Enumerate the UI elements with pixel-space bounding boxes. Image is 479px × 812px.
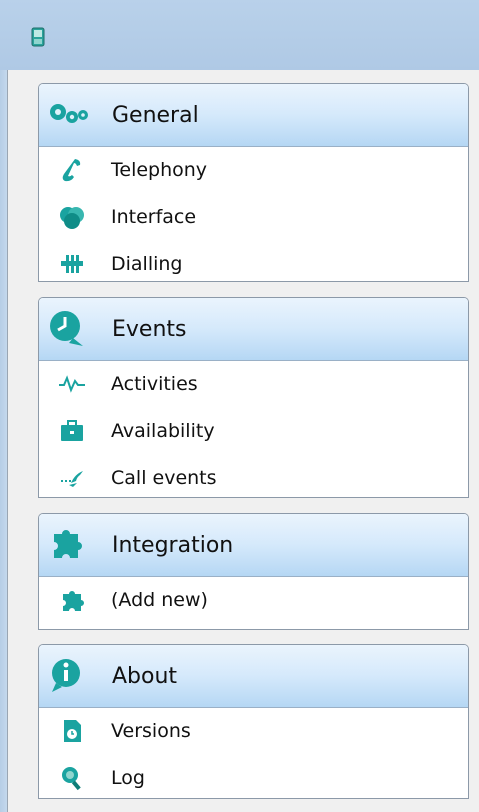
keypad-icon [61, 255, 83, 273]
magnifier-icon [62, 767, 81, 791]
nav-item-versions[interactable]: Versions [39, 708, 468, 755]
nav-item-call-events[interactable]: Call events [39, 455, 468, 502]
call-arrow-icon [61, 471, 83, 487]
briefcase-icon [61, 420, 83, 441]
nav-item-log[interactable]: Log [39, 755, 468, 802]
group-about-header[interactable]: About [39, 645, 468, 708]
puzzle-icon [54, 530, 82, 558]
nav-item-availability-label: Availability [111, 420, 215, 442]
gears-icon [50, 104, 88, 123]
group-integration-header[interactable]: Integration [39, 514, 468, 577]
group-general: General Telephony Interface Dialling [38, 83, 469, 282]
info-bubble-icon [52, 659, 80, 692]
group-about-title: About [112, 664, 178, 689]
group-integration: Integration (Add new) [38, 513, 469, 630]
puzzle-add-icon [63, 591, 84, 611]
nav-item-activities-label: Activities [111, 373, 198, 395]
nav-item-dialling-label: Dialling [111, 253, 183, 275]
nav-item-dialling[interactable]: Dialling [39, 241, 468, 288]
phone-app-icon[interactable] [31, 27, 45, 47]
group-integration-title: Integration [112, 533, 234, 558]
group-events: Events Activities Availability Call even… [38, 297, 469, 498]
group-general-header[interactable]: General [39, 84, 468, 147]
document-clock-icon [64, 720, 81, 742]
nav-item-availability[interactable]: Availability [39, 408, 468, 455]
nav-item-activities[interactable]: Activities [39, 361, 468, 408]
nav-item-telephony-label: Telephony [111, 159, 208, 181]
nav-item-call-events-label: Call events [111, 467, 217, 489]
nav-item-telephony[interactable]: Telephony [39, 147, 468, 194]
nav-item-versions-label: Versions [111, 720, 191, 742]
interface-icon [60, 207, 84, 229]
title-bar [0, 0, 479, 70]
group-events-title: Events [112, 317, 187, 342]
nav-item-log-label: Log [111, 767, 145, 789]
nav-item-add-new[interactable]: (Add new) [39, 577, 468, 624]
group-general-title: General [112, 103, 199, 128]
clock-bubble-icon [50, 311, 83, 346]
nav-item-add-new-label: (Add new) [111, 589, 208, 611]
pulse-icon [59, 375, 85, 393]
phone-handset-icon [62, 159, 81, 182]
nav-item-interface-label: Interface [111, 206, 197, 228]
group-events-header[interactable]: Events [39, 298, 468, 361]
group-about: About Versions Log [38, 644, 469, 799]
window-frame-edge [0, 70, 7, 812]
nav-item-interface[interactable]: Interface [39, 194, 468, 241]
